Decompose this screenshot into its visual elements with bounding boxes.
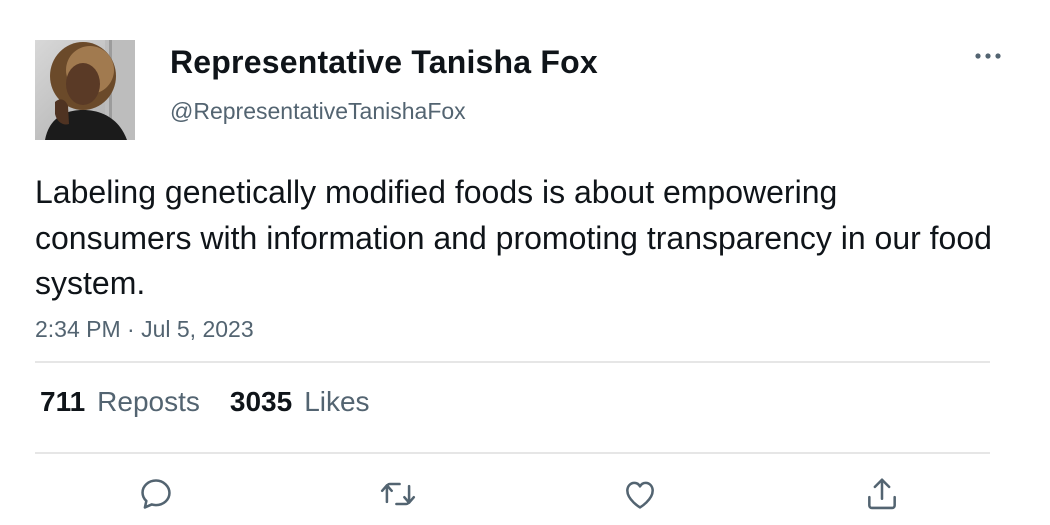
tweet-text: Labeling genetically modified foods is a… (35, 174, 992, 301)
reposts-count: 711 (40, 386, 86, 417)
share-button[interactable] (862, 474, 902, 514)
repost-button[interactable] (378, 474, 418, 514)
reply-icon (141, 479, 171, 509)
user-handle[interactable]: @RepresentativeTanishaFox (170, 98, 466, 125)
tweet-card: Representative Tanisha Fox @Representati… (0, 0, 1050, 525)
reposts-stat[interactable]: 711 Reposts (40, 386, 200, 418)
likes-count: 3035 (229, 386, 293, 417)
like-icon (626, 481, 654, 509)
repost-icon (380, 482, 416, 506)
engagement-stats: 711 Reposts 3035 Likes (40, 386, 400, 418)
display-name[interactable]: Representative Tanisha Fox (170, 44, 598, 81)
divider (35, 361, 990, 363)
reply-button[interactable] (136, 474, 176, 514)
reposts-label: Reposts (97, 386, 200, 417)
avatar[interactable] (35, 40, 135, 140)
more-options-icon[interactable] (970, 44, 1006, 68)
divider (35, 452, 990, 454)
avatar-photo (35, 40, 135, 140)
like-button[interactable] (620, 474, 660, 514)
likes-stat[interactable]: 3035 Likes (230, 386, 370, 418)
share-icon (868, 478, 896, 510)
likes-label: Likes (304, 386, 370, 417)
tweet-timestamp[interactable]: 2:34 PM · Jul 5, 2023 (35, 316, 254, 343)
